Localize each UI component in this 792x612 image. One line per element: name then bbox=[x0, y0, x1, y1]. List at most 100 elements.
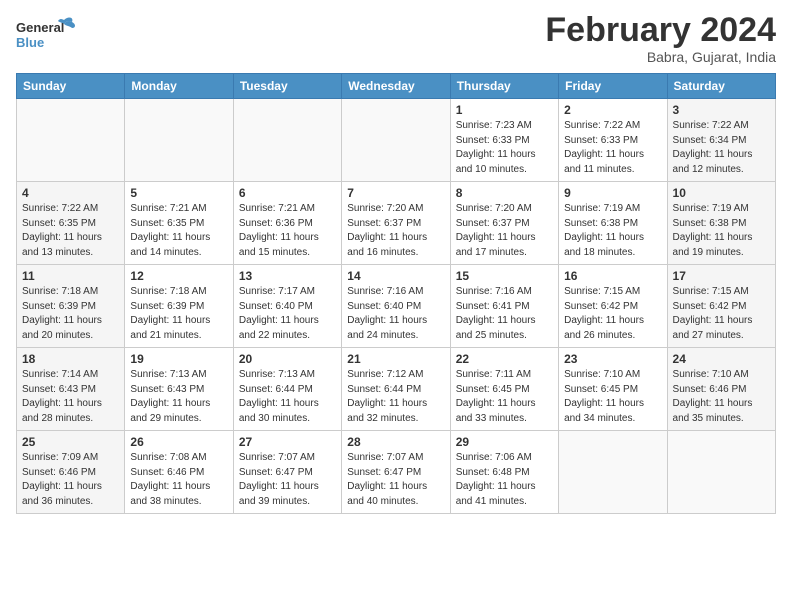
day-info: Sunrise: 7:13 AMSunset: 6:44 PMDaylight:… bbox=[239, 368, 336, 426]
weekday-header-sunday: Sunday bbox=[17, 74, 125, 99]
day-number: 5 bbox=[130, 186, 227, 200]
location: Babra, Gujarat, India bbox=[545, 49, 776, 65]
day-cell: 22 Sunrise: 7:11 AMSunset: 6:45 PMDayligh… bbox=[450, 348, 558, 431]
day-info: Sunrise: 7:18 AMSunset: 6:39 PMDaylight:… bbox=[22, 285, 119, 343]
day-number: 10 bbox=[673, 186, 770, 200]
day-cell: 25Sunrise: 7:09 AMSunset: 6:46 PMDayligh… bbox=[17, 431, 125, 514]
weekday-header-monday: Monday bbox=[125, 74, 233, 99]
page: General Blue February 2024 Babra, Gujara… bbox=[0, 0, 792, 612]
day-cell bbox=[559, 431, 667, 514]
day-info: Sunrise: 7:14 AMSunset: 6:43 PMDaylight:… bbox=[22, 368, 119, 426]
day-number: 8 bbox=[456, 186, 553, 200]
weekday-header-row: SundayMondayTuesdayWednesdayThursdayFrid… bbox=[17, 74, 776, 99]
day-number: 12 bbox=[130, 269, 227, 283]
day-info: Sunrise: 7:21 AMSunset: 6:35 PMDaylight:… bbox=[130, 202, 227, 260]
day-info: Sunrise: 7:11 AMSunset: 6:45 PMDaylight:… bbox=[456, 368, 553, 426]
day-info: Sunrise: 7:12 AMSunset: 6:44 PMDaylight:… bbox=[347, 368, 444, 426]
day-cell: 23Sunrise: 7:10 AMSunset: 6:45 PMDayligh… bbox=[559, 348, 667, 431]
day-cell: 8 Sunrise: 7:20 AMSunset: 6:37 PMDaylight… bbox=[450, 182, 558, 265]
title-area: February 2024 Babra, Gujarat, India bbox=[545, 12, 776, 65]
day-number: 16 bbox=[564, 269, 661, 283]
day-number: 22 bbox=[456, 352, 553, 366]
day-cell: 1 Sunrise: 7:23 AMSunset: 6:33 PMDaylight… bbox=[450, 99, 558, 182]
day-cell: 13Sunrise: 7:17 AMSunset: 6:40 PMDayligh… bbox=[233, 265, 341, 348]
day-info: Sunrise: 7:15 AMSunset: 6:42 PMDaylight:… bbox=[564, 285, 661, 343]
week-row-1: 1 Sunrise: 7:23 AMSunset: 6:33 PMDaylight… bbox=[17, 99, 776, 182]
day-cell: 11 Sunrise: 7:18 AMSunset: 6:39 PMDayligh… bbox=[17, 265, 125, 348]
month-title: February 2024 bbox=[545, 12, 776, 49]
day-info: Sunrise: 7:16 AMSunset: 6:41 PMDaylight:… bbox=[456, 285, 553, 343]
day-cell: 6Sunrise: 7:21 AMSunset: 6:36 PMDaylight… bbox=[233, 182, 341, 265]
day-cell: 27 Sunrise: 7:07 AMSunset: 6:47 PMDayligh… bbox=[233, 431, 341, 514]
day-info: Sunrise: 7:22 AMSunset: 6:33 PMDaylight:… bbox=[564, 119, 661, 177]
day-info: Sunrise: 7:07 AMSunset: 6:47 PMDaylight:… bbox=[239, 451, 336, 509]
day-info: Sunrise: 7:10 AMSunset: 6:46 PMDaylight:… bbox=[673, 368, 770, 426]
day-info: Sunrise: 7:06 AMSunset: 6:48 PMDaylight:… bbox=[456, 451, 553, 509]
day-number: 26 bbox=[130, 435, 227, 449]
day-number: 24 bbox=[673, 352, 770, 366]
day-number: 21 bbox=[347, 352, 444, 366]
day-info: Sunrise: 7:19 AMSunset: 6:38 PMDaylight:… bbox=[673, 202, 770, 260]
day-cell: 26 Sunrise: 7:08 AMSunset: 6:46 PMDayligh… bbox=[125, 431, 233, 514]
day-info: Sunrise: 7:22 AMSunset: 6:35 PMDaylight:… bbox=[22, 202, 119, 260]
day-info: Sunrise: 7:20 AMSunset: 6:37 PMDaylight:… bbox=[456, 202, 553, 260]
week-row-3: 11 Sunrise: 7:18 AMSunset: 6:39 PMDayligh… bbox=[17, 265, 776, 348]
day-number: 7 bbox=[347, 186, 444, 200]
day-number: 25 bbox=[22, 435, 119, 449]
day-number: 27 bbox=[239, 435, 336, 449]
day-cell bbox=[667, 431, 775, 514]
day-info: Sunrise: 7:23 AMSunset: 6:33 PMDaylight:… bbox=[456, 119, 553, 177]
week-row-4: 18 Sunrise: 7:14 AMSunset: 6:43 PMDayligh… bbox=[17, 348, 776, 431]
day-cell: 7 Sunrise: 7:20 AMSunset: 6:37 PMDaylight… bbox=[342, 182, 450, 265]
weekday-header-friday: Friday bbox=[559, 74, 667, 99]
day-info: Sunrise: 7:07 AMSunset: 6:47 PMDaylight:… bbox=[347, 451, 444, 509]
day-cell: 2 Sunrise: 7:22 AMSunset: 6:33 PMDaylight… bbox=[559, 99, 667, 182]
day-cell: 5 Sunrise: 7:21 AMSunset: 6:35 PMDaylight… bbox=[125, 182, 233, 265]
day-number: 20 bbox=[239, 352, 336, 366]
day-number: 19 bbox=[130, 352, 227, 366]
day-cell bbox=[342, 99, 450, 182]
svg-text:Blue: Blue bbox=[16, 35, 44, 50]
day-cell bbox=[125, 99, 233, 182]
day-number: 4 bbox=[22, 186, 119, 200]
day-cell: 17 Sunrise: 7:15 AMSunset: 6:42 PMDayligh… bbox=[667, 265, 775, 348]
logo-icon: General Blue bbox=[16, 12, 76, 56]
calendar-table: SundayMondayTuesdayWednesdayThursdayFrid… bbox=[16, 73, 776, 514]
day-number: 15 bbox=[456, 269, 553, 283]
logo: General Blue bbox=[16, 12, 76, 56]
day-info: Sunrise: 7:08 AMSunset: 6:46 PMDaylight:… bbox=[130, 451, 227, 509]
day-info: Sunrise: 7:18 AMSunset: 6:39 PMDaylight:… bbox=[130, 285, 227, 343]
day-cell: 19Sunrise: 7:13 AMSunset: 6:43 PMDayligh… bbox=[125, 348, 233, 431]
day-number: 3 bbox=[673, 103, 770, 117]
header: General Blue February 2024 Babra, Gujara… bbox=[16, 12, 776, 65]
day-cell: 9Sunrise: 7:19 AMSunset: 6:38 PMDaylight… bbox=[559, 182, 667, 265]
day-info: Sunrise: 7:17 AMSunset: 6:40 PMDaylight:… bbox=[239, 285, 336, 343]
day-cell bbox=[17, 99, 125, 182]
day-info: Sunrise: 7:22 AMSunset: 6:34 PMDaylight:… bbox=[673, 119, 770, 177]
day-cell bbox=[233, 99, 341, 182]
day-info: Sunrise: 7:19 AMSunset: 6:38 PMDaylight:… bbox=[564, 202, 661, 260]
day-cell: 29Sunrise: 7:06 AMSunset: 6:48 PMDayligh… bbox=[450, 431, 558, 514]
day-number: 2 bbox=[564, 103, 661, 117]
day-number: 1 bbox=[456, 103, 553, 117]
weekday-header-tuesday: Tuesday bbox=[233, 74, 341, 99]
day-info: Sunrise: 7:10 AMSunset: 6:45 PMDaylight:… bbox=[564, 368, 661, 426]
day-cell: 14Sunrise: 7:16 AMSunset: 6:40 PMDayligh… bbox=[342, 265, 450, 348]
day-cell: 10 Sunrise: 7:19 AMSunset: 6:38 PMDayligh… bbox=[667, 182, 775, 265]
day-cell: 24 Sunrise: 7:10 AMSunset: 6:46 PMDayligh… bbox=[667, 348, 775, 431]
day-cell: 20 Sunrise: 7:13 AMSunset: 6:44 PMDayligh… bbox=[233, 348, 341, 431]
weekday-header-saturday: Saturday bbox=[667, 74, 775, 99]
day-number: 14 bbox=[347, 269, 444, 283]
day-cell: 12 Sunrise: 7:18 AMSunset: 6:39 PMDayligh… bbox=[125, 265, 233, 348]
svg-text:General: General bbox=[16, 20, 64, 35]
day-number: 6 bbox=[239, 186, 336, 200]
day-info: Sunrise: 7:15 AMSunset: 6:42 PMDaylight:… bbox=[673, 285, 770, 343]
day-number: 17 bbox=[673, 269, 770, 283]
weekday-header-thursday: Thursday bbox=[450, 74, 558, 99]
day-number: 18 bbox=[22, 352, 119, 366]
day-cell: 18 Sunrise: 7:14 AMSunset: 6:43 PMDayligh… bbox=[17, 348, 125, 431]
day-info: Sunrise: 7:20 AMSunset: 6:37 PMDaylight:… bbox=[347, 202, 444, 260]
day-number: 28 bbox=[347, 435, 444, 449]
day-cell: 16 Sunrise: 7:15 AMSunset: 6:42 PMDayligh… bbox=[559, 265, 667, 348]
day-number: 11 bbox=[22, 269, 119, 283]
